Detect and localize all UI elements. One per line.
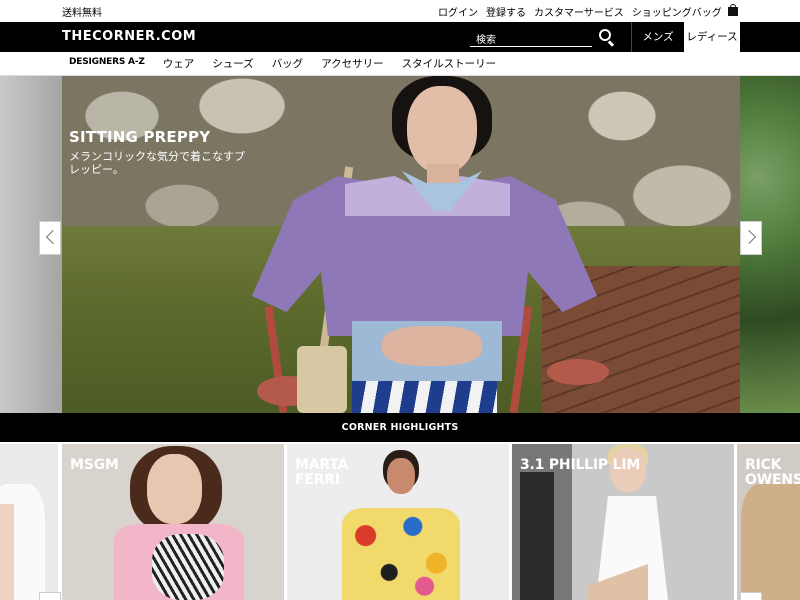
shopping-bag-icon [728, 4, 738, 16]
card-label: MSGM [70, 457, 119, 473]
nav-item-accessories[interactable]: アクセサリー [321, 56, 383, 71]
chair-part [547, 359, 609, 385]
model-hands [382, 326, 482, 366]
search-input[interactable]: 検索 [470, 27, 592, 47]
highlight-card-marta-ferri[interactable]: MARTA FERRI [287, 444, 509, 600]
main-header: THECORNER.COM 検索 メンズ レディース [0, 22, 800, 52]
highlight-card-rick-owens[interactable]: RICK OWENS [737, 444, 800, 600]
card-image [147, 454, 202, 524]
striped-skirt [352, 381, 497, 413]
highlights-next-button[interactable] [740, 592, 762, 600]
login-link[interactable]: ログイン [438, 4, 478, 19]
card-label: MARTA FERRI [295, 457, 349, 488]
hero-carousel [0, 76, 800, 413]
highlights-carousel: MSGM MARTA FERRI 3.1 PHILLIP LIM RICK OW… [0, 444, 800, 600]
hero-image[interactable] [62, 76, 740, 413]
highlight-card-phillip-lim[interactable]: 3.1 PHILLIP LIM [512, 444, 734, 600]
nav-item-style-story[interactable]: スタイルストーリー [402, 56, 497, 71]
highlight-card-peek[interactable] [0, 444, 58, 600]
highlight-card-msgm[interactable]: MSGM [62, 444, 284, 600]
card-image [741, 484, 800, 600]
card-image [0, 504, 14, 600]
card-image [387, 458, 415, 494]
card-label: RICK OWENS [745, 457, 800, 488]
carousel-prev-button[interactable] [39, 221, 61, 255]
utility-bar: 送料無料 ログイン 登録する カスタマーサービス ショッピングバッグ [0, 0, 800, 22]
chevron-left-icon [45, 229, 61, 245]
nav-item-bags[interactable]: バッグ [272, 56, 304, 71]
category-nav: DESIGNERS A-Z ウェア シューズ バッグ アクセサリー スタイルスト… [0, 52, 800, 76]
search-icon[interactable] [599, 29, 615, 47]
nav-item-wear[interactable]: ウェア [163, 56, 195, 71]
highlights-prev-button[interactable] [39, 592, 61, 600]
chevron-right-icon [741, 229, 757, 245]
free-shipping-text: 送料無料 [62, 8, 102, 19]
shopping-bag-link[interactable]: ショッピングバッグ [632, 4, 738, 19]
card-image [342, 508, 460, 600]
card-image [520, 472, 554, 600]
tab-men[interactable]: メンズ [632, 22, 684, 52]
customer-service-link[interactable]: カスタマーサービス [534, 4, 624, 19]
model-face [407, 86, 477, 174]
utility-links: ログイン 登録する カスタマーサービス ショッピングバッグ [438, 4, 738, 19]
hero-caption[interactable]: SITTING PREPPY メランコリックな気分で着こなすプレッピー。 [69, 128, 249, 176]
hero-subtitle: メランコリックな気分で着こなすプレッピー。 [69, 150, 245, 176]
shopping-bag-label: ショッピングバッグ [631, 8, 722, 19]
site-logo[interactable]: THECORNER.COM [62, 29, 196, 44]
card-label: 3.1 PHILLIP LIM [520, 457, 641, 473]
section-title: CORNER HIGHLIGHTS [0, 413, 800, 442]
tab-women[interactable]: レディース [684, 22, 740, 52]
handbag [297, 346, 347, 413]
nav-item-shoes[interactable]: シューズ [212, 56, 253, 71]
hero-title: SITTING PREPPY [69, 128, 211, 146]
carousel-next-button[interactable] [740, 221, 762, 255]
register-link[interactable]: 登録する [486, 4, 526, 19]
card-image [152, 534, 224, 600]
nav-item-designers[interactable]: DESIGNERS A-Z [69, 56, 145, 71]
